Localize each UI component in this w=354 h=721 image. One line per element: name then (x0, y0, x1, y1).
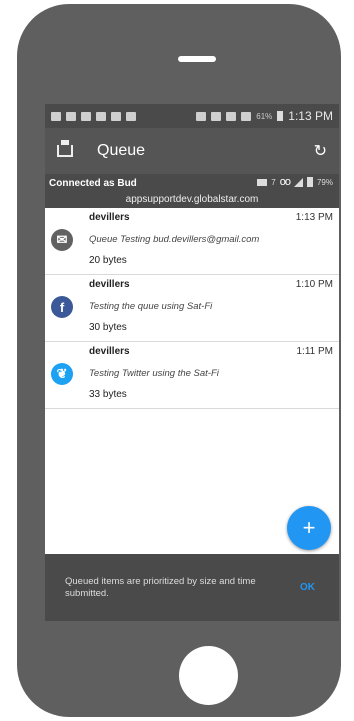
image-icon (126, 111, 136, 121)
twitter-icon: ❦ (51, 363, 73, 385)
message-time: 1:11 PM (296, 346, 334, 357)
facebook-icon (66, 111, 76, 121)
ok-button[interactable]: OK (300, 582, 315, 593)
gmail-icon (51, 111, 61, 121)
message-text: Testing Twitter using the Sat-Fi (89, 368, 219, 379)
message-text: Testing the quue using Sat-Fi (89, 301, 213, 312)
app-bar: Queue ↻ (45, 128, 339, 174)
twitter-icon (96, 111, 106, 121)
app-screen: 61% 1:13 PM Queue ↻ Connected as Bud 7 o… (45, 104, 339, 621)
battery-icon (306, 177, 313, 187)
status-time: 1:13 PM (288, 109, 333, 123)
snackbar-text: Queued items are prioritized by size and… (65, 576, 256, 599)
mail-count: 7 (271, 177, 276, 187)
message-size: 33 bytes (89, 389, 127, 400)
bluetooth-icon (196, 111, 207, 121)
message-text: Queue Testing bud.devillers@gmail.com (89, 234, 260, 245)
status-bar: 61% 1:13 PM (45, 104, 339, 128)
list-item[interactable]: ❦ devillers 1:11 PM Testing Twitter usin… (45, 342, 339, 409)
wifi-icon (226, 111, 237, 121)
page-title: Queue (97, 142, 146, 159)
inbox-icon[interactable] (57, 140, 73, 157)
snackbar: Queued items are prioritized by size and… (45, 554, 339, 621)
mail-icon (81, 111, 91, 121)
signal-icon (293, 177, 303, 187)
message-size: 30 bytes (89, 322, 127, 333)
add-button[interactable]: + (287, 506, 331, 550)
facebook-icon: f (51, 296, 73, 318)
message-time: 1:13 PM (295, 212, 333, 223)
battery-icon (277, 111, 284, 121)
device-battery-percent: 79% (316, 177, 333, 187)
message-size: 20 bytes (89, 255, 127, 266)
home-button[interactable] (179, 646, 238, 705)
connection-banner: Connected as Bud 7 oo 79% appsupportdev.… (45, 174, 339, 208)
voicemail-icon: oo (279, 176, 291, 188)
inbox-icon (257, 178, 268, 186)
server-host: appsupportdev.globalstar.com (125, 194, 259, 205)
message-sender: devillers (89, 212, 130, 223)
alarm-icon (211, 111, 222, 121)
message-sender: devillers (89, 279, 130, 290)
message-time: 1:10 PM (295, 279, 333, 290)
list-item[interactable]: f devillers 1:10 PM Testing the quue usi… (45, 275, 339, 342)
email-icon: ✉ (51, 229, 73, 251)
facebook-icon (111, 111, 121, 121)
message-sender: devillers (89, 346, 130, 357)
connection-label: Connected as Bud (49, 178, 137, 189)
battery-percent: 61% (256, 111, 273, 121)
queue-list: ✉ devillers 1:13 PM Queue Testing bud.de… (45, 208, 339, 409)
list-item[interactable]: ✉ devillers 1:13 PM Queue Testing bud.de… (45, 208, 339, 275)
sync-icon[interactable]: ↻ (314, 141, 327, 161)
signal-icon (241, 111, 252, 121)
speaker-grille (178, 56, 216, 62)
